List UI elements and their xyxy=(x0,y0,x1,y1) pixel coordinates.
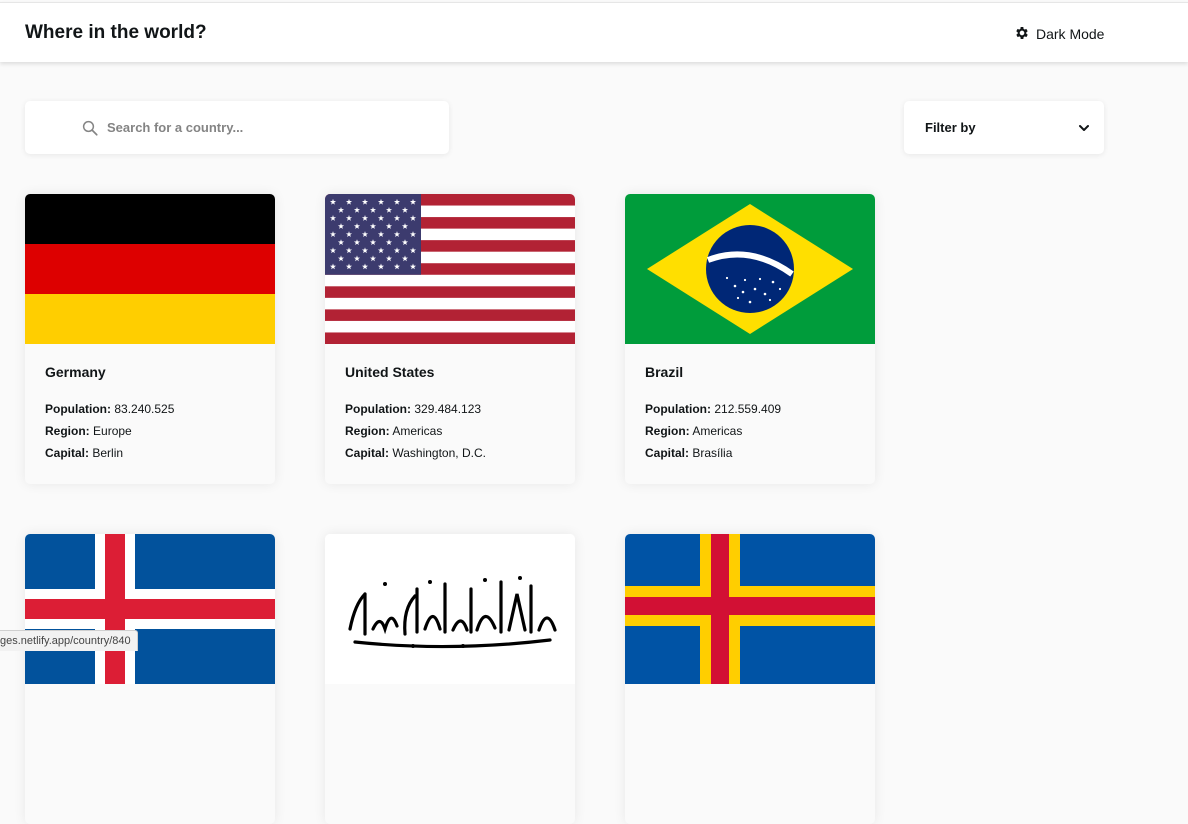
search-input[interactable] xyxy=(107,101,437,154)
country-name: Germany xyxy=(45,364,106,380)
link-status-bar: ges.netlify.app/country/840 xyxy=(0,630,138,651)
country-card-united-states[interactable]: United States Population: 329.484.123 Re… xyxy=(325,194,575,484)
population-value: 212.559.409 xyxy=(714,402,782,416)
aland-flag xyxy=(625,534,875,684)
chevron-down-icon xyxy=(1078,121,1090,133)
search-icon[interactable] xyxy=(81,119,99,137)
population-value: 329.484.123 xyxy=(414,402,482,416)
region-value: Americas xyxy=(392,424,443,438)
capital-value: Berlin xyxy=(92,446,124,460)
country-card-iceland[interactable] xyxy=(25,534,275,824)
population-label: Population: xyxy=(645,402,711,416)
capital-label: Capital: xyxy=(45,446,90,460)
region-filter-dropdown[interactable]: Filter by xyxy=(904,101,1104,154)
gear-icon xyxy=(1014,25,1030,44)
afghanistan-flag xyxy=(325,534,575,684)
dark-mode-label: Dark Mode xyxy=(1036,26,1105,42)
region-label: Region: xyxy=(345,424,390,438)
country-card-aland[interactable] xyxy=(625,534,875,824)
country-card-afghanistan[interactable] xyxy=(325,534,575,824)
search-box xyxy=(25,101,449,154)
country-name: United States xyxy=(345,364,435,380)
capital-value: Brasília xyxy=(692,446,733,460)
region-value: Europe xyxy=(93,424,132,438)
brazil-flag xyxy=(625,194,875,344)
region-label: Region: xyxy=(645,424,690,438)
country-info: Population: 329.484.123 Region: Americas… xyxy=(345,398,486,464)
country-card-germany[interactable]: Germany Population: 83.240.525 Region: E… xyxy=(25,194,275,484)
germany-flag xyxy=(25,194,275,344)
iceland-flag xyxy=(25,534,275,684)
country-card-brazil[interactable]: Brazil Population: 212.559.409 Region: A… xyxy=(625,194,875,484)
population-label: Population: xyxy=(345,402,411,416)
capital-label: Capital: xyxy=(345,446,390,460)
dark-mode-toggle[interactable]: Dark Mode xyxy=(1014,23,1104,45)
region-value: Americas xyxy=(692,424,743,438)
country-info: Population: 83.240.525 Region: Europe Ca… xyxy=(45,398,174,464)
population-value: 83.240.525 xyxy=(114,402,175,416)
filter-label: Filter by xyxy=(925,120,976,135)
app-header: Where in the world? Dark Mode xyxy=(0,2,1188,62)
country-name: Brazil xyxy=(645,364,684,380)
population-label: Population: xyxy=(45,402,111,416)
capital-label: Capital: xyxy=(645,446,690,460)
usa-flag xyxy=(325,194,575,344)
app-title: Where in the world? xyxy=(25,22,207,43)
region-label: Region: xyxy=(45,424,90,438)
capital-value: Washington, D.C. xyxy=(392,446,486,460)
country-info: Population: 212.559.409 Region: Americas… xyxy=(645,398,781,464)
